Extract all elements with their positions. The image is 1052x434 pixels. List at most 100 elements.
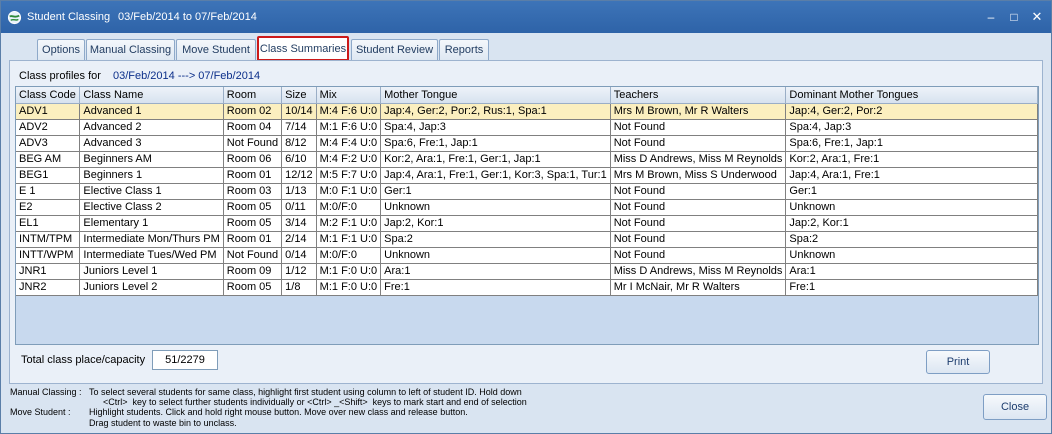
- app-globe-icon: [7, 10, 22, 25]
- table-cell: Kor:2, Ara:1, Fre:1: [785, 151, 1038, 168]
- table-row[interactable]: INTT/WPM Intermediate Tues/Wed PM Not Foun…: [16, 247, 1038, 264]
- tab-reports[interactable]: Reports: [439, 39, 489, 61]
- column-header-mix[interactable]: Mix: [316, 87, 382, 104]
- table-cell: ADV2: [16, 119, 81, 136]
- table-cell: Fre:1: [380, 279, 611, 296]
- table-cell: Ger:1: [380, 183, 611, 200]
- table-row[interactable]: ADV1 Advanced 1 Room 02 10/14 M:4 F:6 U:0 Jap…: [16, 103, 1038, 120]
- table-row[interactable]: E 1 Elective Class 1 Room 03 1/13 M:0 F:1 U:…: [16, 183, 1038, 200]
- table-row[interactable]: INTM/TPM Intermediate Mon/Thurs PM Room 01…: [16, 231, 1038, 248]
- table-cell: Intermediate Mon/Thurs PM: [79, 231, 224, 248]
- table-row[interactable]: ADV2 Advanced 2 Room 04 7/14 M:1 F:6 U:0 Spa:…: [16, 119, 1038, 136]
- class-profiles-label: Class profiles for: [19, 70, 101, 82]
- table-cell: Not Found: [610, 135, 787, 152]
- table-row[interactable]: JNR2 Juniors Level 2 Room 05 1/8 M:1 F:0 U:0…: [16, 279, 1038, 296]
- table-cell: Unknown: [380, 247, 611, 264]
- close-button[interactable]: Close: [983, 394, 1047, 420]
- table-cell: INTM/TPM: [16, 231, 81, 248]
- table-cell: M:2 F:1 U:0: [316, 215, 382, 232]
- tab-manual-classing[interactable]: Manual Classing: [86, 39, 175, 61]
- maximize-icon[interactable]: □: [1006, 10, 1022, 24]
- table-cell: Room 05: [223, 279, 283, 296]
- title-bar[interactable]: Student Classing 03/Feb/2014 to 07/Feb/2…: [1, 1, 1051, 33]
- table-cell: 1/12: [281, 263, 317, 280]
- table-row[interactable]: BEG AM Beginners AM Room 06 6/10 M:4 F:2 U:0…: [16, 151, 1038, 168]
- table-cell: M:4 F:2 U:0: [316, 151, 382, 168]
- table-cell: Room 04: [223, 119, 283, 136]
- table-row[interactable]: BEG1 Beginners 1 Room 01 12/12 M:5 F:7 U:0 Ja…: [16, 167, 1038, 184]
- table-cell: M:1 F:0 U:0: [316, 279, 382, 296]
- table-cell: 0/14: [281, 247, 317, 264]
- table-cell: M:1 F:1 U:0: [316, 231, 382, 248]
- table-cell: Unknown: [785, 247, 1038, 264]
- table-cell: Juniors Level 1: [79, 263, 224, 280]
- table-row[interactable]: EL1 Elementary 1 Room 05 3/14 M:2 F:1 U:0 Jap…: [16, 215, 1038, 232]
- table-cell: Spa:4, Jap:3: [380, 119, 611, 136]
- tab-class-summaries[interactable]: Class Summaries: [257, 36, 349, 61]
- table-cell: Not Found: [610, 215, 787, 232]
- table-cell: Mrs M Brown, Miss S Underwood: [610, 167, 787, 184]
- table-cell: E2: [16, 199, 81, 216]
- window-title: Student Classing: [27, 11, 111, 23]
- table-cell: Beginners AM: [79, 151, 224, 168]
- column-header-dominant-mother-tongues[interactable]: Dominant Mother Tongues: [785, 87, 1038, 104]
- column-header-room[interactable]: Room: [223, 87, 283, 104]
- help-manual-label: Manual Classing :: [10, 387, 82, 397]
- minimize-icon[interactable]: –: [983, 10, 999, 24]
- table-cell: 1/13: [281, 183, 317, 200]
- table-cell: Jap:4, Ger:2, Por:2: [785, 103, 1038, 120]
- column-header-mother-tongue[interactable]: Mother Tongue: [380, 87, 611, 104]
- table-cell: 10/14: [281, 103, 317, 120]
- help-move-label: Move Student :: [10, 407, 71, 417]
- table-cell: Spa:6, Fre:1, Jap:1: [785, 135, 1038, 152]
- column-header-class-name[interactable]: Class Name: [79, 87, 224, 104]
- table-cell: Ara:1: [380, 263, 611, 280]
- table-cell: EL1: [16, 215, 81, 232]
- table-cell: M:1 F:6 U:0: [316, 119, 382, 136]
- print-button[interactable]: Print: [926, 350, 990, 374]
- table-cell: 3/14: [281, 215, 317, 232]
- table-cell: Intermediate Tues/Wed PM: [79, 247, 224, 264]
- table-cell: Fre:1: [785, 279, 1038, 296]
- table-cell: 2/14: [281, 231, 317, 248]
- table-row[interactable]: E2 Elective Class 2 Room 05 0/11 M:0/F:0 Unkn…: [16, 199, 1038, 216]
- table-cell: 6/10: [281, 151, 317, 168]
- table-cell: Not Found: [610, 119, 787, 136]
- table-cell: Kor:2, Ara:1, Fre:1, Ger:1, Jap:1: [380, 151, 611, 168]
- table-cell: 7/14: [281, 119, 317, 136]
- table-cell: Unknown: [785, 199, 1038, 216]
- table-cell: Advanced 2: [79, 119, 224, 136]
- table-cell: BEG1: [16, 167, 81, 184]
- table-row[interactable]: ADV3 Advanced 3 Not Found 8/12 M:4 F:4 U:0 Sp…: [16, 135, 1038, 152]
- table-cell: Not Found: [610, 247, 787, 264]
- student-classing-window: Student Classing 03/Feb/2014 to 07/Feb/2…: [0, 0, 1052, 434]
- table-row[interactable]: JNR1 Juniors Level 1 Room 09 1/12 M:1 F:0 U:…: [16, 263, 1038, 280]
- tab-student-review[interactable]: Student Review: [351, 39, 438, 61]
- table-cell: Spa:6, Fre:1, Jap:1: [380, 135, 611, 152]
- table-cell: Jap:2, Kor:1: [785, 215, 1038, 232]
- tab-options[interactable]: Options: [37, 39, 85, 61]
- table-cell: M:1 F:0 U:0: [316, 263, 382, 280]
- table-cell: M:0/F:0: [316, 199, 382, 216]
- table-cell: M:0/F:0: [316, 247, 382, 264]
- table-cell: Ger:1: [785, 183, 1038, 200]
- class-summary-grid[interactable]: Class Code Class Name Room Size Mix Moth…: [15, 86, 1039, 345]
- class-summaries-panel: Class profiles for 03/Feb/2014 ---> 07/F…: [9, 60, 1043, 384]
- table-cell: JNR1: [16, 263, 81, 280]
- close-icon[interactable]: ✕: [1029, 10, 1045, 24]
- column-header-class-code[interactable]: Class Code: [16, 87, 81, 104]
- table-cell: M:0 F:1 U:0: [316, 183, 382, 200]
- table-cell: Room 09: [223, 263, 283, 280]
- table-cell: E 1: [16, 183, 81, 200]
- table-cell: Beginners 1: [79, 167, 224, 184]
- table-cell: 8/12: [281, 135, 317, 152]
- column-header-size[interactable]: Size: [281, 87, 317, 104]
- table-cell: Room 01: [223, 167, 283, 184]
- table-cell: Elective Class 1: [79, 183, 224, 200]
- table-cell: Mrs M Brown, Mr R Walters: [610, 103, 787, 120]
- tab-move-student[interactable]: Move Student: [176, 39, 256, 61]
- table-header-row: Class Code Class Name Room Size Mix Moth…: [16, 87, 1038, 104]
- table-cell: Mr I McNair, Mr R Walters: [610, 279, 787, 296]
- table-cell: M:4 F:6 U:0: [316, 103, 382, 120]
- column-header-teachers[interactable]: Teachers: [610, 87, 787, 104]
